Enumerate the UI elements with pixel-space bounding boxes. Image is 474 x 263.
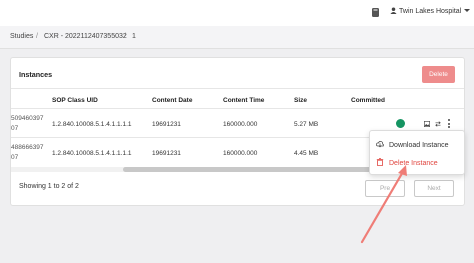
row-id-fragment: 07 — [11, 154, 19, 161]
divider — [11, 88, 464, 89]
column-header-sop-class-uid[interactable]: SOP Class UID — [52, 97, 98, 104]
cell-size: 4.45 MB — [294, 150, 319, 157]
breadcrumb-study[interactable]: CXR - 2022112407355032 — [44, 33, 127, 40]
top-bar: Twin Lakes Hospital — [0, 0, 474, 27]
cell-content-date: 19691231 — [152, 121, 181, 128]
image-icon[interactable] — [424, 121, 430, 127]
committed-status-icon — [396, 119, 405, 128]
download-instance-label: Download Instance — [389, 142, 449, 149]
column-header-committed[interactable]: Committed — [351, 97, 385, 104]
cell-size: 5.27 MB — [294, 121, 319, 128]
scrollbar-thumb[interactable] — [123, 167, 381, 172]
instance-context-menu: Download Instance Delete Instance — [369, 130, 465, 175]
cell-sop-class-uid: 1.2.840.10008.5.1.4.1.1.1.1 — [52, 121, 132, 128]
chevron-down-icon — [464, 9, 471, 12]
next-label: Next — [427, 185, 441, 192]
cell-content-time: 160000.000 — [223, 150, 258, 157]
row-id-fragment: 07 — [11, 125, 19, 132]
delete-instance-item[interactable]: Delete Instance — [376, 158, 438, 167]
trash-icon — [376, 158, 384, 166]
delete-button[interactable]: Delete — [422, 66, 455, 83]
breadcrumb: Studies / CXR - 2022112407355032 / 1 — [0, 26, 474, 49]
column-header-content-time[interactable]: Content Time — [223, 97, 264, 104]
book-icon[interactable] — [372, 8, 379, 17]
delete-instance-label: Delete Instance — [389, 160, 438, 167]
cell-content-time: 160000.000 — [223, 121, 258, 128]
breadcrumb-separator: / — [36, 33, 38, 40]
previous-button[interactable]: Pre — [365, 180, 405, 197]
cell-content-date: 19691231 — [152, 150, 181, 157]
previous-label: Pre — [379, 185, 391, 192]
user-menu[interactable]: Twin Lakes Hospital — [390, 7, 471, 15]
breadcrumb-separator: / — [124, 33, 126, 40]
transfer-icon[interactable] — [435, 121, 441, 127]
breadcrumb-studies[interactable]: Studies — [10, 33, 33, 40]
column-header-size[interactable]: Size — [294, 97, 307, 104]
row-id-fragment: 509460397 — [11, 115, 44, 122]
user-icon — [390, 7, 397, 14]
column-header-content-date[interactable]: Content Date — [152, 97, 192, 104]
row-id-fragment: 488666397 — [11, 144, 44, 151]
user-name: Twin Lakes Hospital — [399, 8, 462, 15]
next-button[interactable]: Next — [414, 180, 454, 197]
download-instance-item[interactable]: Download Instance — [376, 140, 449, 149]
divider — [11, 108, 464, 109]
more-options-icon[interactable] — [448, 119, 451, 129]
pagination-summary: Showing 1 to 2 of 2 — [19, 183, 79, 190]
breadcrumb-series: 1 — [132, 33, 136, 40]
cloud-download-icon — [376, 140, 384, 148]
panel-title: Instances — [19, 70, 53, 79]
cell-sop-class-uid: 1.2.840.10008.5.1.4.1.1.1.1 — [52, 150, 132, 157]
